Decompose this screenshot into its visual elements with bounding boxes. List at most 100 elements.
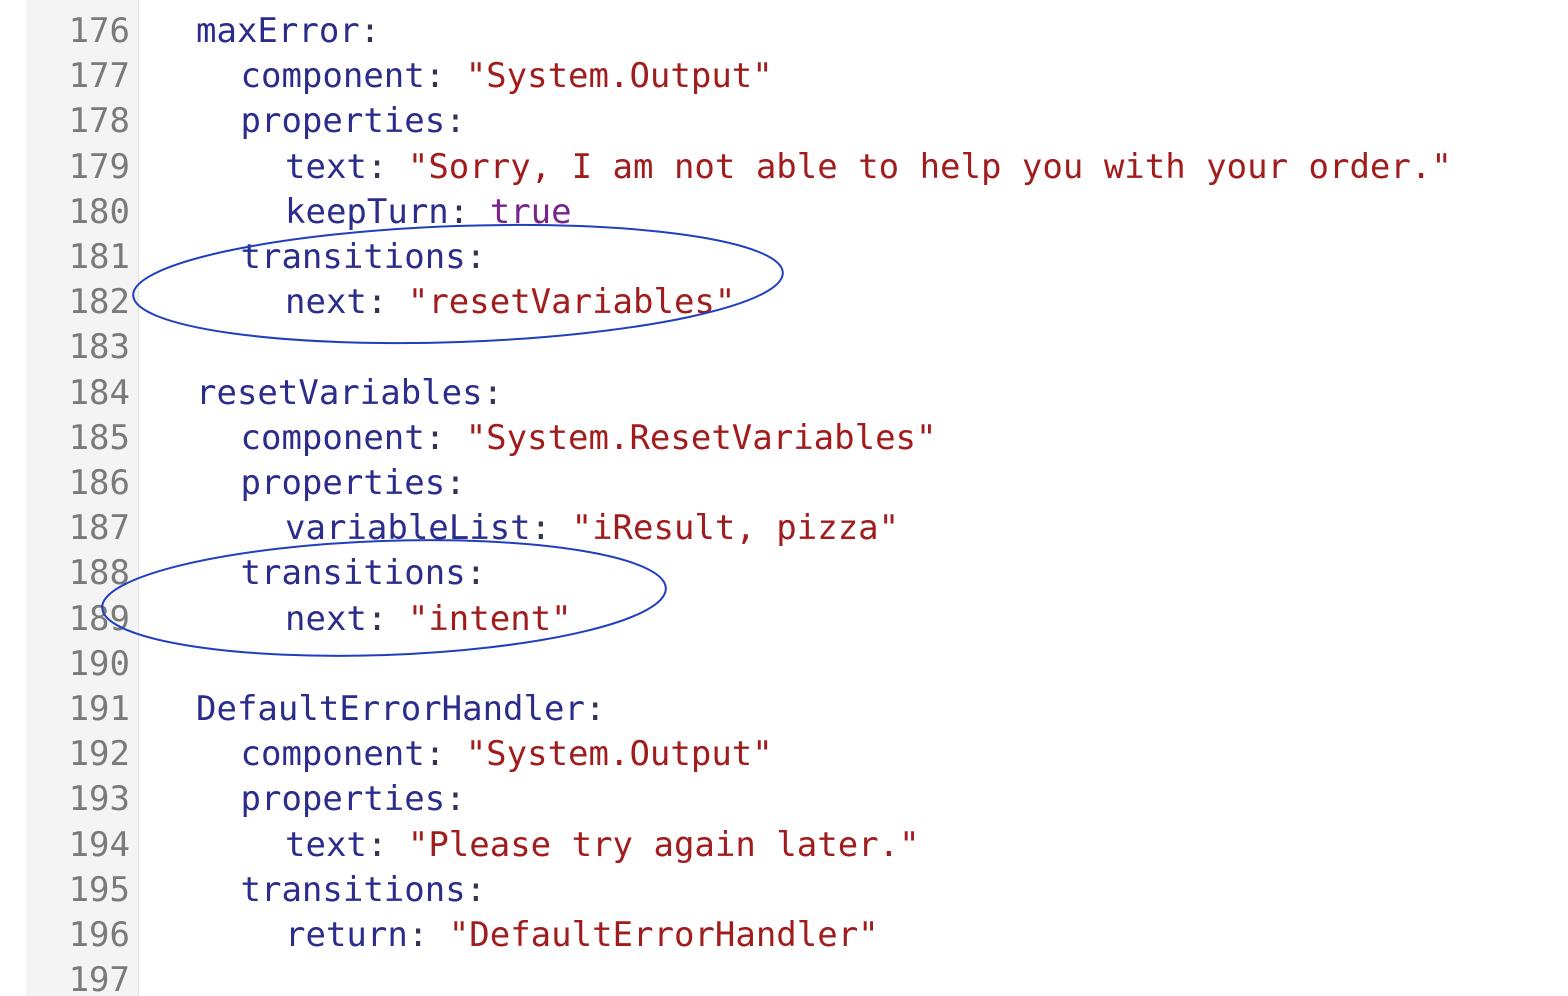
yaml-key: component — [240, 56, 425, 97]
yaml-key: transitions — [240, 553, 466, 594]
line-code: next: "resetVariables" — [285, 280, 735, 324]
line-code: maxError: — [196, 9, 380, 53]
code-line[interactable]: 192 component: "System.Output" — [0, 732, 1568, 776]
line-number: 188 — [68, 553, 130, 594]
yaml-string-value: "System.Output" — [465, 56, 773, 97]
yaml-separator: : — [366, 146, 408, 187]
yaml-key: DefaultErrorHandler — [196, 689, 585, 729]
line-number: 195 — [68, 869, 130, 910]
yaml-key: next — [285, 598, 367, 639]
line-code: text: "Sorry, I am not able to help you … — [285, 145, 1452, 189]
yaml-separator: : — [366, 824, 408, 865]
line-number: 193 — [68, 779, 130, 820]
yaml-string-value: "intent" — [407, 598, 572, 639]
code-line[interactable]: 181 transitions: — [0, 235, 1568, 279]
code-line[interactable]: 183 — [0, 325, 1568, 369]
yaml-key: properties — [240, 779, 446, 820]
yaml-key: transitions — [240, 869, 466, 910]
line-code: text: "Please try again later." — [285, 823, 920, 867]
line-number: 194 — [68, 824, 130, 865]
line-number: 190 — [68, 643, 130, 684]
code-editor[interactable]: 176 maxError: 177 component: "System.Output… — [0, 0, 1568, 996]
code-line[interactable]: 186 properties: — [0, 461, 1568, 505]
line-number: 183 — [68, 327, 130, 368]
line-code: properties: — [241, 461, 466, 505]
yaml-separator: : — [424, 734, 466, 775]
yaml-separator: : — [366, 282, 408, 323]
line-number: 179 — [68, 146, 130, 187]
yaml-separator: : — [445, 779, 466, 820]
code-line[interactable]: 176 maxError: — [0, 9, 1568, 53]
yaml-separator: : — [465, 237, 487, 277]
code-line[interactable]: 179 text: "Sorry, I am not able to help y… — [0, 145, 1568, 189]
yaml-separator: : — [445, 101, 466, 142]
code-line[interactable]: 189 next: "intent" — [0, 597, 1568, 641]
yaml-key: text — [285, 824, 367, 865]
line-code: transitions: — [241, 551, 487, 595]
line-number: 191 — [68, 689, 130, 729]
yaml-string-value: "Sorry, I am not able to help you with y… — [407, 146, 1452, 187]
line-code: component: "System.Output" — [241, 54, 773, 98]
code-line[interactable]: 177 component: "System.Output" — [0, 54, 1568, 98]
yaml-separator: : — [424, 56, 466, 97]
line-number: 176 — [68, 11, 130, 51]
yaml-string-value: "DefaultErrorHandler" — [448, 915, 879, 955]
line-code: component: "System.ResetVariables" — [241, 416, 937, 460]
line-code: properties: — [241, 99, 466, 143]
code-line[interactable]: 184 resetVariables: — [0, 371, 1568, 415]
yaml-key: keepTurn — [285, 191, 449, 232]
line-number: 197 — [68, 960, 130, 996]
code-line[interactable]: 188 transitions: — [0, 551, 1568, 595]
line-number: 187 — [68, 508, 130, 549]
yaml-key: properties — [240, 101, 446, 142]
code-line[interactable]: 191 DefaultErrorHandler: — [0, 687, 1568, 731]
yaml-key: transitions — [240, 237, 466, 277]
line-code: properties: — [241, 777, 466, 821]
yaml-key: resetVariables — [196, 372, 483, 413]
yaml-key: properties — [240, 463, 446, 503]
yaml-separator: : — [482, 372, 504, 413]
code-line[interactable]: 185 component: "System.ResetVariables" — [0, 416, 1568, 460]
line-code: variableList: "iResult, pizza" — [285, 506, 899, 550]
code-line[interactable]: 197 — [0, 958, 1568, 996]
line-code: component: "System.Output" — [241, 732, 773, 776]
yaml-separator: : — [465, 553, 487, 594]
code-line[interactable]: 178 properties: — [0, 99, 1568, 143]
code-line[interactable]: 193 properties: — [0, 777, 1568, 821]
line-code: transitions: — [241, 868, 487, 912]
yaml-key: component — [240, 734, 425, 775]
yaml-separator: : — [366, 598, 408, 639]
code-line[interactable]: 180 keepTurn: true — [0, 190, 1568, 234]
code-line[interactable]: 190 — [0, 642, 1568, 686]
line-code: transitions: — [241, 235, 487, 279]
line-number: 177 — [68, 56, 130, 97]
line-number: 181 — [68, 237, 130, 277]
line-number: 186 — [68, 463, 130, 503]
line-code: DefaultErrorHandler: — [196, 687, 605, 731]
code-line[interactable]: 195 transitions: — [0, 868, 1568, 912]
yaml-separator: : — [584, 689, 606, 729]
yaml-key: variableList — [285, 508, 531, 549]
line-number: 182 — [68, 282, 130, 323]
yaml-separator: : — [530, 508, 572, 549]
yaml-key: maxError — [196, 11, 360, 51]
code-line[interactable]: 182 next: "resetVariables" — [0, 280, 1568, 324]
line-number: 196 — [68, 915, 130, 955]
yaml-separator: : — [424, 417, 466, 458]
code-line[interactable]: 196 return: "DefaultErrorHandler" — [0, 913, 1568, 957]
yaml-string-value: "System.ResetVariables" — [465, 417, 937, 458]
yaml-separator: : — [359, 11, 381, 51]
yaml-boolean-value: true — [489, 191, 572, 232]
line-number: 189 — [68, 598, 130, 639]
line-code: resetVariables: — [196, 371, 503, 415]
yaml-separator: : — [465, 869, 487, 910]
yaml-string-value: "iResult, pizza" — [571, 508, 900, 549]
line-number: 192 — [68, 734, 130, 775]
line-number: 178 — [68, 101, 130, 142]
yaml-separator: : — [448, 191, 490, 232]
code-line[interactable]: 187 variableList: "iResult, pizza" — [0, 506, 1568, 550]
yaml-string-value: "Please try again later." — [407, 824, 920, 865]
code-line[interactable]: 194 text: "Please try again later." — [0, 823, 1568, 867]
yaml-key: component — [240, 417, 425, 458]
line-number: 184 — [68, 372, 130, 413]
